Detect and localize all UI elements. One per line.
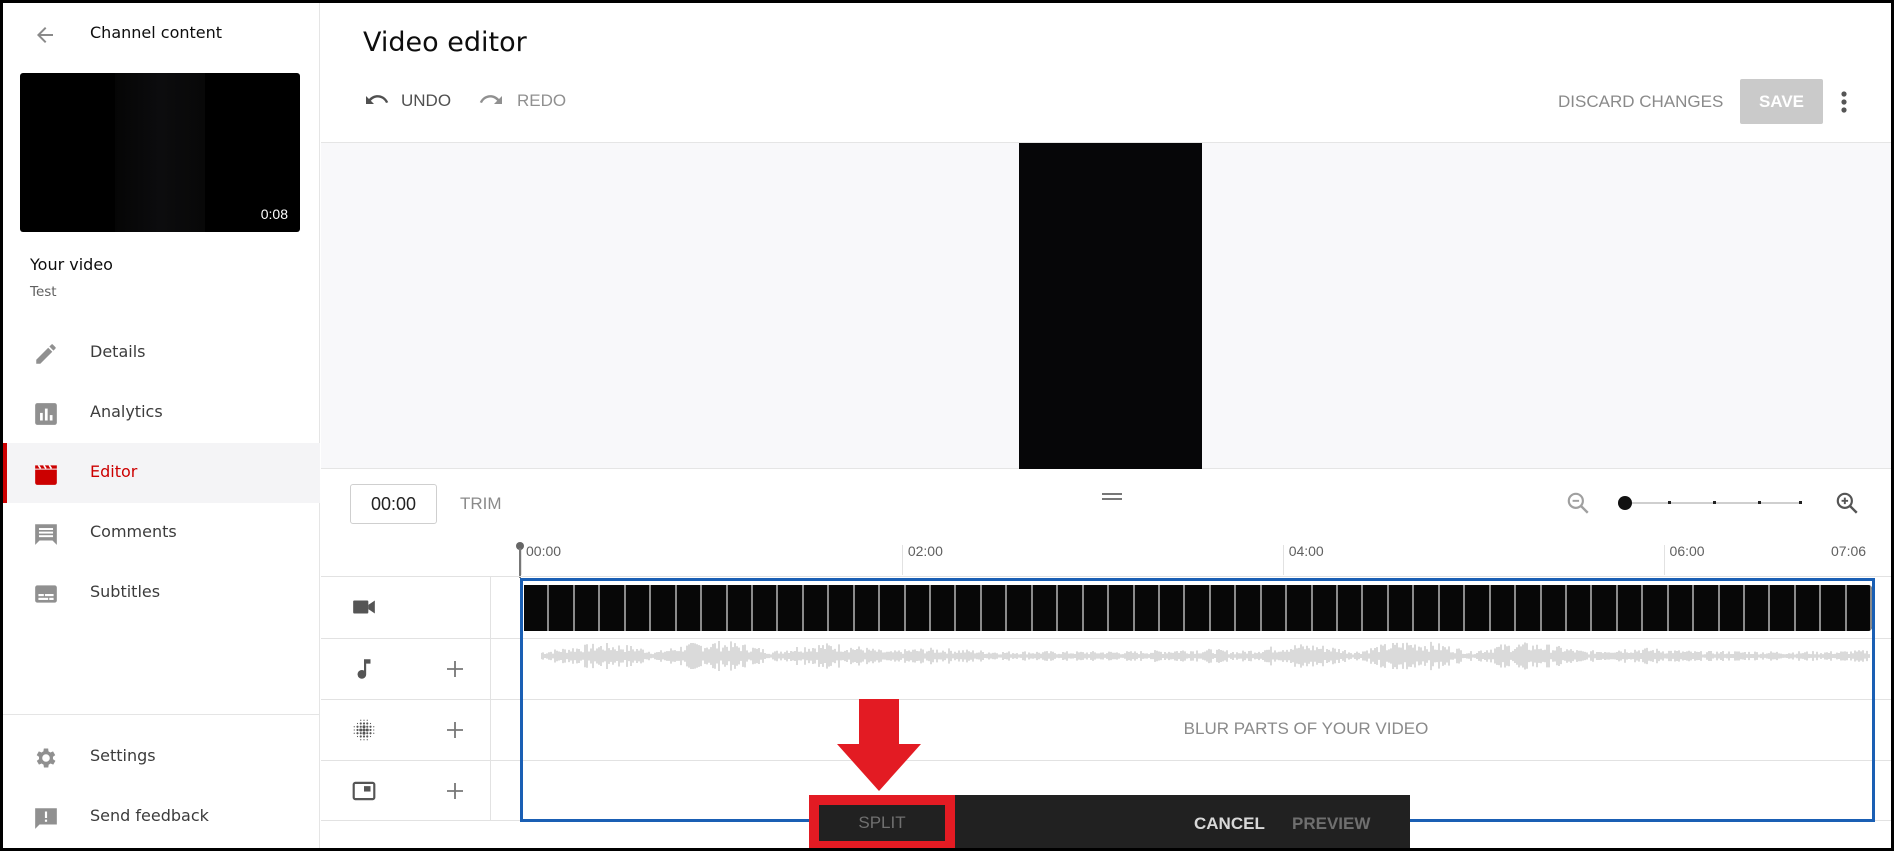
discard-changes-button[interactable]: DISCARD CHANGES <box>1558 92 1723 112</box>
preview-button[interactable]: PREVIEW <box>1292 814 1370 834</box>
sidebar-item-editor[interactable]: Editor <box>3 443 320 503</box>
trim-button[interactable]: TRIM <box>460 494 502 514</box>
zoom-slider-tick <box>1668 501 1671 504</box>
thumbnail-duration: 0:08 <box>260 206 288 222</box>
add-audio-icon[interactable] <box>445 659 465 679</box>
ruler-tick-label: 04:00 <box>1288 543 1324 559</box>
sidebar-item-send-feedback[interactable]: Send feedback <box>3 787 320 847</box>
sidebar-item-label: Details <box>90 342 146 361</box>
sidebar-item-label: Comments <box>90 522 177 541</box>
sidebar-item-comments[interactable]: Comments <box>3 503 320 563</box>
timeline-controls: TRIM <box>321 469 1891 533</box>
sidebar-divider <box>3 714 320 715</box>
subtitles-icon <box>35 585 57 603</box>
undo-button[interactable]: UNDO <box>363 91 451 111</box>
sidebar-item-details[interactable]: Details <box>3 323 320 383</box>
thumbnail-image <box>115 73 205 232</box>
ruler-tick-label: 00:00 <box>526 543 562 559</box>
back-label[interactable]: Channel content <box>90 23 222 42</box>
gear-icon <box>36 748 56 768</box>
arrow-back-icon[interactable] <box>33 23 57 47</box>
sidebar: Channel content 0:08 Your video Test Det… <box>3 3 320 848</box>
sidebar-item-label: Subtitles <box>90 582 161 601</box>
playhead <box>519 548 521 578</box>
current-time-input[interactable] <box>350 484 437 524</box>
redo-icon <box>479 95 502 104</box>
app-window: Channel content 0:08 Your video Test Det… <box>3 3 1891 848</box>
redo-label: REDO <box>517 91 567 110</box>
editor-header: Video editor UNDO REDO DISCARD CHANGES S… <box>321 3 1891 143</box>
ruler-tick-label: 02:00 <box>907 543 943 559</box>
comment-icon <box>35 524 57 545</box>
video-title: Test <box>30 284 57 300</box>
your-video-label: Your video <box>30 255 113 274</box>
ruler-tick-label: 07:06 <box>1831 543 1867 559</box>
zoom-slider-thumb[interactable] <box>1618 496 1632 510</box>
sidebar-item-subtitles[interactable]: Subtitles <box>3 563 320 623</box>
zoom-slider-tick <box>1799 501 1802 504</box>
ruler-tick-line <box>1663 545 1665 575</box>
video-thumbnail[interactable]: 0:08 <box>20 73 300 232</box>
undo-label: UNDO <box>401 91 452 110</box>
more-vert-icon[interactable] <box>1837 89 1851 117</box>
sidebar-item-settings[interactable]: Settings <box>3 727 320 787</box>
resize-handle-icon[interactable] <box>1101 491 1123 503</box>
save-button[interactable]: SAVE <box>1740 79 1823 124</box>
ruler-tick-label: 06:00 <box>1669 543 1705 559</box>
edit-action-bar: SPLIT CANCEL PREVIEW <box>809 795 1410 848</box>
video-preview-player[interactable] <box>1019 143 1202 469</box>
video-preview-area <box>321 143 1891 469</box>
sidebar-item-label: Analytics <box>90 402 163 421</box>
sidebar-item-analytics[interactable]: Analytics <box>3 383 320 443</box>
zoom-in-icon[interactable] <box>1834 490 1860 516</box>
timeline-selection-box[interactable] <box>520 578 1875 822</box>
back-to-channel-content[interactable]: Channel content <box>3 3 320 65</box>
track-header-divider <box>490 576 491 821</box>
end-screen-icon <box>352 781 376 801</box>
page-title: Video editor <box>363 27 527 58</box>
timeline-zoom-slider[interactable] <box>1618 495 1804 511</box>
zoom-slider-track <box>1623 502 1799 504</box>
pencil-icon <box>36 344 56 364</box>
feedback-icon <box>35 808 57 829</box>
zoom-slider-tick <box>1758 501 1761 504</box>
sidebar-item-label: Editor <box>90 462 138 481</box>
analytics-icon <box>35 403 57 425</box>
sidebar-item-label: Settings <box>90 746 156 765</box>
video-camera-icon <box>353 600 375 614</box>
zoom-out-icon[interactable] <box>1565 490 1591 516</box>
ruler-tick-line <box>901 545 903 575</box>
zoom-slider-tick <box>1713 501 1716 504</box>
sidebar-item-label: Send feedback <box>90 806 209 825</box>
annotation-arrow-icon <box>837 699 921 791</box>
undo-icon <box>366 95 389 104</box>
cancel-button[interactable]: CANCEL <box>1194 814 1265 834</box>
redo-button[interactable]: REDO <box>479 91 566 111</box>
add-end-screen-icon[interactable] <box>445 781 465 801</box>
music-note-icon <box>357 659 371 679</box>
clapperboard-icon <box>35 464 57 485</box>
split-button[interactable]: SPLIT <box>809 795 955 848</box>
ruler-tick-line <box>1282 545 1284 575</box>
